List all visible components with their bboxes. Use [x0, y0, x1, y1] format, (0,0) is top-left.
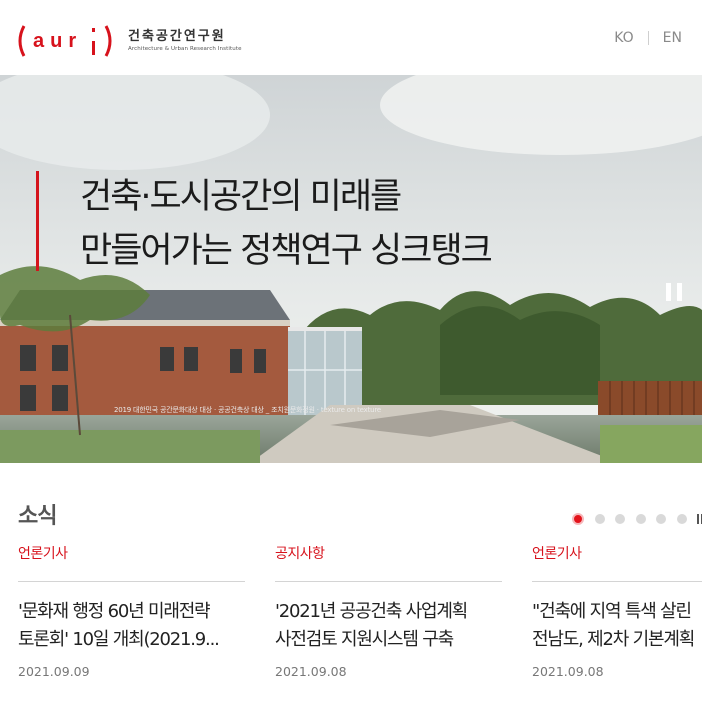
news-card-divider [532, 581, 702, 582]
slider-pause-button[interactable] [666, 283, 682, 301]
pagination-dot-4[interactable] [635, 514, 646, 524]
news-card-date: 2021.09.08 [275, 664, 347, 679]
logo-en-name: Architecture & Urban Research Institute [128, 46, 242, 52]
pagination-dot-3[interactable] [615, 514, 625, 524]
auri-logo-mark: aur [16, 22, 120, 60]
lang-divider [647, 31, 649, 45]
hero-accent-bar [36, 171, 39, 271]
pagination-dot-2[interactable] [594, 514, 605, 524]
language-switcher: KO EN [614, 30, 682, 46]
news-card[interactable]: 공지사항 '2021년 공공건축 사업계획 사전검토 지원시스템 구축 2021… [275, 545, 502, 679]
pagination-dot-5[interactable] [656, 514, 666, 524]
news-card-date: 2021.09.08 [532, 664, 604, 679]
news-card-title[interactable]: "건축에 지역 특색 살린 전남도, 제2차 기본계획 [532, 598, 702, 654]
logo-wordmark: 건축공간연구원 Architecture & Urban Research In… [128, 29, 242, 53]
pagination-dot-6[interactable] [676, 514, 687, 524]
news-section-title: 소식 [18, 504, 57, 529]
news-slider-pagination [572, 513, 702, 525]
news-card-category: 언론기사 [18, 546, 68, 562]
hero-banner: 건축·도시공간의 미래를 만들어가는 정책연구 싱크탱크 2019 대한민국 공… [0, 75, 702, 463]
news-card-divider [275, 581, 502, 582]
hero-caption: 2019 대한민국 공간문화대상 대상 · 공공건축상 대상 _ 조치원문화정원… [114, 406, 381, 414]
site-logo[interactable]: aur 건축공간연구원 Architecture & Urban Researc… [16, 22, 242, 60]
logo-kr-name: 건축공간연구원 [128, 29, 226, 44]
news-card-date: 2021.09.09 [18, 664, 90, 679]
lang-ko-link[interactable]: KO [614, 30, 633, 46]
news-card-category: 언론기사 [532, 546, 582, 562]
hero-title-line1: 건축·도시공간의 미래를 [80, 177, 402, 217]
site-header: aur 건축공간연구원 Architecture & Urban Researc… [0, 0, 702, 75]
news-card-category: 공지사항 [275, 546, 325, 562]
pause-icon [666, 283, 671, 301]
hero-title-line2: 만들어가는 정책연구 싱크탱크 [80, 231, 493, 271]
news-card[interactable]: 언론기사 '문화재 행정 60년 미래전략 토론회' 10일 개최(2021.9… [18, 545, 245, 679]
pagination-dot-1[interactable] [572, 513, 584, 525]
svg-text:aur: aur [33, 30, 82, 52]
slider-pause-icon[interactable] [697, 514, 702, 524]
news-card-title[interactable]: '문화재 행정 60년 미래전략 토론회' 10일 개최(2021.9... [18, 598, 245, 654]
lang-en-link[interactable]: EN [663, 30, 682, 46]
news-card-title[interactable]: '2021년 공공건축 사업계획 사전검토 지원시스템 구축 [275, 598, 502, 654]
news-card[interactable]: 언론기사 "건축에 지역 특색 살린 전남도, 제2차 기본계획 2021.09… [532, 545, 702, 679]
hero-title: 건축·도시공간의 미래를 만들어가는 정책연구 싱크탱크 [80, 170, 493, 278]
news-card-divider [18, 581, 245, 582]
